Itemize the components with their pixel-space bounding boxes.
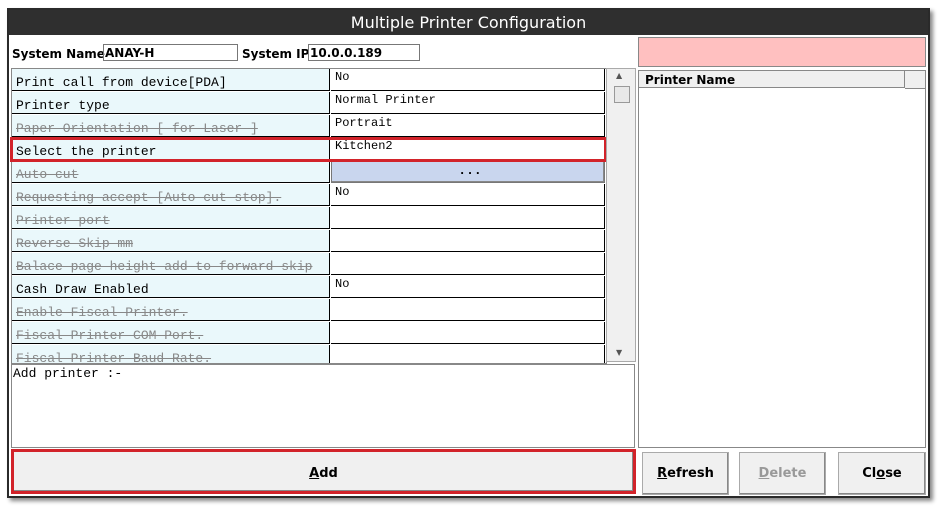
scroll-thumb[interactable]: [614, 86, 630, 103]
system-ip-field[interactable]: 10.0.0.189: [308, 44, 420, 61]
setting-label: Print call from device[PDA]: [12, 69, 330, 91]
printer-config-window: Multiple Printer Configuration System Na…: [7, 8, 930, 498]
grid-row[interactable]: Auto cut...: [12, 161, 606, 184]
setting-value[interactable]: Normal Printer: [331, 92, 605, 114]
grid-row[interactable]: Cash Draw Enabled No: [12, 276, 606, 299]
refresh-button[interactable]: Refresh: [642, 452, 729, 495]
setting-value[interactable]: Portrait: [331, 115, 605, 137]
window-title: Multiple Printer Configuration: [9, 10, 928, 35]
grid-row[interactable]: Fiscal Printer COM Port.: [12, 322, 606, 345]
setting-value[interactable]: [331, 345, 605, 363]
printer-list[interactable]: Printer Name: [638, 70, 926, 448]
setting-value[interactable]: No: [331, 184, 605, 206]
close-label-post: se: [885, 466, 902, 481]
delete-label-key: D: [758, 466, 770, 481]
add-label-post: dd: [319, 466, 338, 481]
setting-label: Reverse Skip mm: [12, 230, 330, 252]
grid-row[interactable]: Balace page height add to forward skip: [12, 253, 606, 276]
add-printer-textarea[interactable]: Add printer :-: [11, 364, 635, 448]
scroll-up-icon[interactable]: ▲: [616, 71, 622, 80]
add-label-key: A: [309, 466, 320, 481]
system-ip-label: System IP: [242, 47, 310, 61]
system-name-field[interactable]: ANAY-H: [103, 44, 238, 61]
setting-label: Printer port: [12, 207, 330, 229]
refresh-label-post: efresh: [667, 466, 714, 481]
grid-row[interactable]: Fiscal Printer Baud Rate.: [12, 345, 606, 363]
setting-label: Cash Draw Enabled: [12, 276, 330, 298]
grid-row[interactable]: Reverse Skip mm: [12, 230, 606, 253]
refresh-label-key: R: [657, 466, 668, 481]
status-panel: [638, 37, 926, 67]
setting-value[interactable]: No: [331, 276, 605, 298]
grid-row[interactable]: Enable Fiscal Printer.: [12, 299, 606, 322]
selected-row-highlight: [10, 137, 607, 162]
setting-label: Auto cut: [12, 161, 330, 183]
grid-row[interactable]: Paper Orientation [ for Laser ] Portrait: [12, 115, 606, 138]
setting-label: Balace page height add to forward skip: [12, 253, 330, 275]
setting-label: Fiscal Printer Baud Rate.: [12, 345, 330, 363]
setting-label: Paper Orientation [ for Laser ]: [12, 115, 330, 137]
delete-button[interactable]: Delete: [739, 452, 826, 495]
close-label-key: o: [876, 466, 886, 481]
setting-value[interactable]: [331, 207, 605, 229]
add-printer-text: Add printer :-: [13, 366, 123, 381]
setting-label: Printer type: [12, 92, 330, 114]
setting-value[interactable]: [331, 230, 605, 252]
setting-value[interactable]: [331, 253, 605, 275]
grid-row[interactable]: Printer type Normal Printer: [12, 92, 606, 115]
settings-grid: Print call from device[PDA] No Printer typ…: [11, 68, 607, 364]
setting-label: Enable Fiscal Printer.: [12, 299, 330, 321]
delete-label-post: elete: [769, 466, 807, 481]
setting-value[interactable]: [331, 322, 605, 344]
scroll-down-icon[interactable]: ▼: [616, 348, 622, 357]
system-name-label: System Name: [12, 47, 105, 61]
grid-row[interactable]: Print call from device[PDA] No: [12, 69, 606, 92]
setting-label: Fiscal Printer COM Port.: [12, 322, 330, 344]
setting-value[interactable]: [331, 299, 605, 321]
setting-value[interactable]: No: [331, 69, 605, 91]
printer-name-column-header[interactable]: Printer Name: [639, 71, 905, 88]
grid-row[interactable]: Printer port: [12, 207, 606, 230]
auto-cut-button[interactable]: ...: [331, 161, 605, 183]
add-button[interactable]: Add: [11, 449, 636, 494]
grid-scrollbar[interactable]: ▲ ▼: [606, 68, 636, 362]
grid-row[interactable]: Requesting accept [Auto cut stop]. No: [12, 184, 606, 207]
setting-label: Requesting accept [Auto cut stop].: [12, 184, 330, 206]
close-label-pre: Cl: [862, 466, 877, 481]
close-button[interactable]: Close: [838, 452, 926, 495]
column-header-filler: [905, 71, 925, 89]
